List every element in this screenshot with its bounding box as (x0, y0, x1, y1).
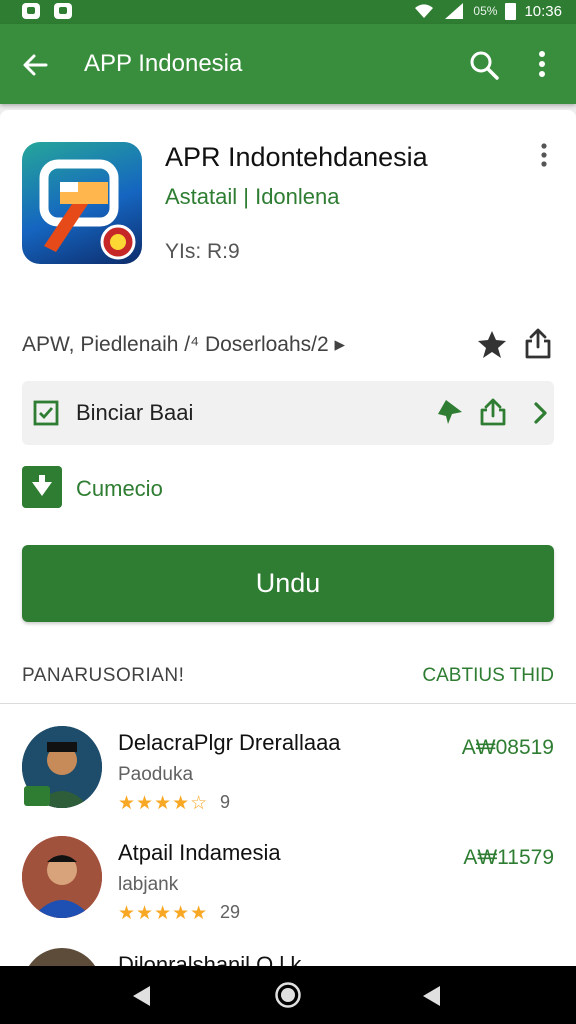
share-icon[interactable] (478, 397, 508, 427)
back-arrow-icon[interactable] (20, 50, 50, 80)
section-action-link[interactable]: CABTIUS THID (422, 665, 554, 687)
more-vert-icon[interactable] (530, 48, 554, 80)
wifi-icon (415, 4, 434, 19)
divider (0, 703, 576, 704)
download-icon (22, 466, 62, 508)
download-button[interactable]: Undu (22, 545, 554, 622)
app-bar-title: APP Indonesia (84, 50, 243, 77)
list-item-title: DelacraPlgr Drerallaaa (118, 730, 341, 755)
share-icon[interactable] (522, 327, 554, 359)
list-item[interactable]: Atpail Indamesia labjank ★★★★★ 29 A₩1157… (0, 836, 576, 944)
verified-badge (24, 786, 50, 806)
checkbox-checked-icon[interactable] (33, 400, 59, 426)
pin-icon[interactable] (436, 398, 464, 426)
section-title: PANARUSORIAN! (22, 665, 185, 686)
app-detail-card: APR Indontehdanesia Astatail | Idonlena … (0, 110, 576, 966)
rating-count: 29 (220, 902, 241, 922)
status-bar: 05% 10:36 (0, 0, 576, 24)
list-item-price: A₩11579 (463, 846, 554, 869)
list-item-title: Atpail Indamesia (118, 840, 281, 865)
clock: 10:36 (524, 2, 562, 20)
list-item[interactable]: Dilonralshanil O.l.k (0, 948, 576, 966)
nav-back-icon[interactable] (420, 984, 442, 1008)
version-text: YIs: R:9 (165, 240, 240, 263)
battery-percent: 05% (473, 4, 498, 18)
system-nav-bar (0, 966, 576, 1024)
nav-back-icon[interactable] (130, 984, 152, 1008)
more-vert-icon[interactable] (535, 142, 553, 168)
chevron-right-icon[interactable] (530, 400, 550, 426)
list-item-subtitle: labjank (118, 874, 179, 895)
app-name: APR Indontehdanesia (165, 142, 428, 172)
app-bar: APP Indonesia (0, 24, 576, 104)
option-row[interactable]: Binciar Baai (22, 381, 554, 445)
option-label: Binciar Baai (76, 400, 194, 425)
rating-count: 9 (220, 792, 231, 812)
wishlist-icon[interactable] (476, 328, 508, 360)
notification-icon (22, 3, 40, 19)
developer-link[interactable]: Astatail | Idonlena (165, 184, 340, 210)
rating-stars: ★★★★★ (118, 903, 209, 924)
search-icon[interactable] (468, 49, 500, 81)
app-meta-info: APW, Piedlenaih /⁴ Doserloahs/2 ▸ (22, 333, 346, 356)
avatar (22, 836, 102, 918)
signal-icon (445, 3, 464, 19)
rating-stars: ★★★★☆ (118, 793, 209, 814)
avatar (22, 948, 102, 966)
notification-icon (54, 3, 72, 19)
list-item[interactable]: DelacraPlgr Drerallaaa Paoduka ★★★★☆ 9 A… (0, 726, 576, 834)
app-icon (22, 142, 142, 264)
list-item-title: Dilonralshanil O.l.k (118, 952, 302, 966)
list-item-subtitle: Paoduka (118, 764, 194, 785)
list-item-price: A₩08519 (461, 736, 554, 759)
battery-icon (505, 2, 517, 20)
download-label: Cumecio (76, 476, 163, 501)
nav-home-icon[interactable] (274, 981, 302, 1009)
